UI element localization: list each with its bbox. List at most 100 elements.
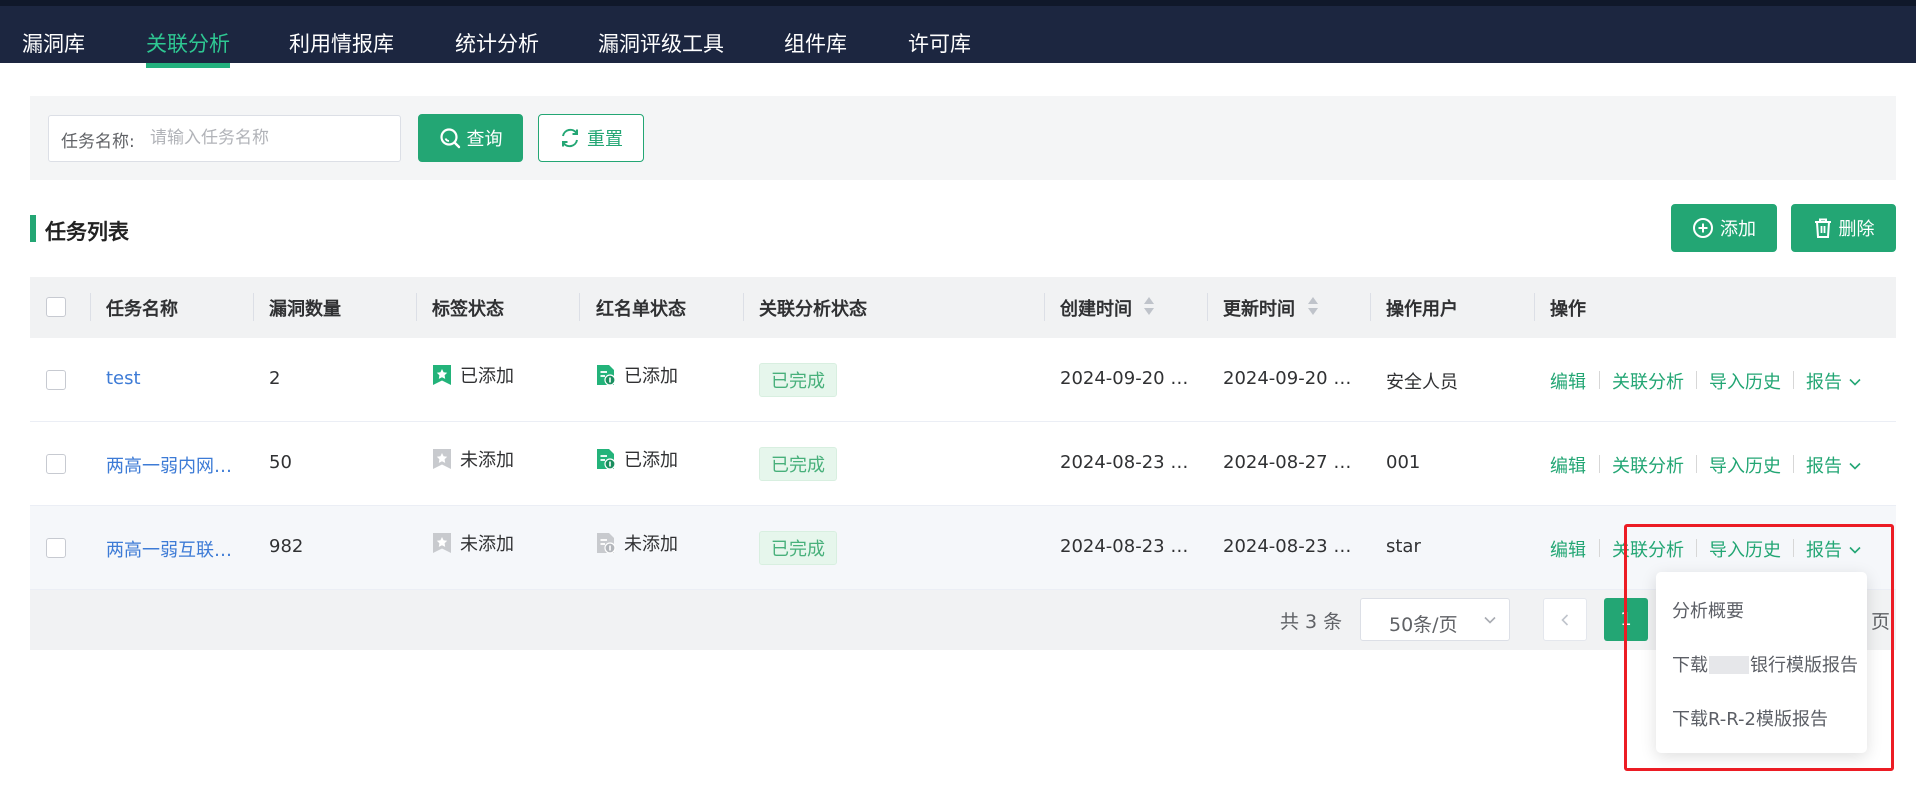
- tag-status-label: 未添加: [460, 534, 514, 555]
- report-label: 报告: [1806, 456, 1842, 477]
- reset-button[interactable]: 重置: [538, 114, 644, 162]
- chevron-down-icon: [1484, 616, 1496, 624]
- nav-item-components[interactable]: 组件库: [784, 28, 847, 58]
- row-checkbox[interactable]: [46, 454, 66, 474]
- tag-status-label: 已添加: [460, 366, 514, 387]
- refresh-icon: [562, 128, 578, 148]
- delete-button[interactable]: 删除: [1791, 204, 1896, 252]
- vuln-count: 2: [269, 368, 281, 389]
- document-added-icon: [597, 449, 616, 470]
- query-button-label: 查询: [466, 129, 503, 150]
- tag-status: 未添加: [432, 530, 514, 556]
- pagination-bar: 共 3 条 50条/页 1 页: [30, 590, 1896, 650]
- header-divider: [1044, 293, 1045, 321]
- created-time: 2024-08-23 1…: [1060, 536, 1198, 557]
- analysis-status-badge: 已完成: [759, 447, 837, 481]
- header-created-time[interactable]: 创建时间: [1060, 295, 1132, 321]
- reset-button-label: 重置: [587, 129, 623, 150]
- header-operator: 操作用户: [1386, 299, 1458, 320]
- header-divider: [90, 293, 91, 321]
- nav-active-indicator: [146, 63, 230, 68]
- table-header: 任务名称 漏洞数量 标签状态 红名单状态 关联分析状态 创建时间 更新时间 操作…: [30, 277, 1896, 338]
- sort-created-icon[interactable]: [1143, 294, 1155, 318]
- edit-link[interactable]: 编辑: [1550, 368, 1586, 394]
- prev-page-button[interactable]: [1543, 598, 1587, 641]
- nav-item-correlation-analysis[interactable]: 关联分析: [146, 28, 230, 58]
- operator: 安全人员: [1386, 372, 1458, 393]
- edit-link[interactable]: 编辑: [1550, 452, 1586, 478]
- report-dropdown-trigger[interactable]: 报告: [1806, 452, 1862, 478]
- select-all-checkbox[interactable]: [46, 297, 66, 317]
- import-history-link[interactable]: 导入历史: [1709, 452, 1781, 478]
- action-divider: [1793, 455, 1794, 473]
- action-divider: [1696, 455, 1697, 473]
- tag-status: 已添加: [432, 362, 514, 388]
- updated-time: 2024-08-23 1…: [1223, 536, 1361, 557]
- header-divider: [416, 293, 417, 321]
- red-list-status: 已添加: [596, 446, 678, 472]
- add-button[interactable]: 添加: [1671, 204, 1777, 252]
- top-nav: 漏洞库 关联分析 利用情报库 统计分析 漏洞评级工具 组件库 许可库: [0, 0, 1916, 68]
- red-list-status: 已添加: [596, 362, 678, 388]
- tag-added-icon: [433, 365, 451, 385]
- nav-item-exploit-intel[interactable]: 利用情报库: [289, 28, 394, 58]
- action-divider: [1793, 371, 1794, 389]
- analysis-status-badge: 已完成: [759, 531, 837, 565]
- nav-item-licenses[interactable]: 许可库: [908, 28, 971, 58]
- header-red-list-status: 红名单状态: [596, 299, 686, 320]
- table-row: 两高一弱互联… 982 未添加 未添加 已完成 2024-08-23 1… 20…: [30, 506, 1896, 590]
- task-name-link[interactable]: 两高一弱内网…: [106, 452, 232, 478]
- red-list-status-label: 已添加: [624, 366, 678, 387]
- page-size-select[interactable]: 50条/页: [1360, 598, 1510, 641]
- header-divider: [253, 293, 254, 321]
- header-divider: [1534, 293, 1535, 321]
- search-icon: [439, 128, 460, 149]
- header-vuln-count: 漏洞数量: [269, 299, 341, 320]
- query-button[interactable]: 查询: [418, 114, 523, 162]
- action-divider: [1599, 371, 1600, 389]
- report-dropdown-trigger[interactable]: 报告: [1806, 368, 1862, 394]
- header-updated-time[interactable]: 更新时间: [1223, 295, 1295, 321]
- updated-time: 2024-09-20 1…: [1223, 368, 1361, 389]
- correlation-analysis-link[interactable]: 关联分析: [1612, 368, 1684, 394]
- tag-status-label: 未添加: [460, 450, 514, 471]
- action-divider: [1599, 455, 1600, 473]
- created-time: 2024-08-23 1…: [1060, 452, 1198, 473]
- nav-item-vuln-db[interactable]: 漏洞库: [22, 28, 85, 58]
- header-divider: [1207, 293, 1208, 321]
- sort-updated-icon[interactable]: [1307, 294, 1319, 318]
- row-checkbox[interactable]: [46, 538, 66, 558]
- task-name-input[interactable]: [150, 125, 390, 151]
- report-label: 报告: [1806, 372, 1842, 393]
- edit-link[interactable]: 编辑: [1550, 536, 1586, 562]
- add-button-label: 添加: [1720, 219, 1756, 240]
- nav-item-statistics[interactable]: 统计分析: [455, 28, 539, 58]
- task-name-link[interactable]: 两高一弱互联…: [106, 536, 232, 562]
- annotation-highlight-box: [1624, 524, 1894, 771]
- row-checkbox[interactable]: [46, 370, 66, 390]
- updated-time: 2024-08-27 1…: [1223, 452, 1361, 473]
- header-analysis-status: 关联分析状态: [759, 299, 867, 320]
- import-history-link[interactable]: 导入历史: [1709, 368, 1781, 394]
- total-count: 共 3 条: [1280, 611, 1343, 633]
- trash-icon: [1814, 218, 1831, 238]
- chevron-down-icon: [1849, 462, 1861, 470]
- nav-item-vuln-rating-tool[interactable]: 漏洞评级工具: [598, 28, 724, 58]
- table-row: 两高一弱内网… 50 未添加 已添加 已完成 2024-08-23 1… 202…: [30, 422, 1896, 506]
- red-list-status-label: 未添加: [624, 534, 678, 555]
- header-task-name: 任务名称: [106, 299, 178, 320]
- task-name-label: 任务名称:: [61, 132, 135, 152]
- task-name-link[interactable]: test: [106, 368, 141, 389]
- operator: 001: [1386, 452, 1421, 473]
- tag-status: 未添加: [432, 446, 514, 472]
- header-divider: [743, 293, 744, 321]
- delete-button-label: 删除: [1838, 219, 1875, 240]
- page-size-value: 50条/页: [1389, 614, 1458, 636]
- correlation-analysis-link[interactable]: 关联分析: [1612, 452, 1684, 478]
- document-added-icon: [597, 365, 616, 386]
- document-not-added-icon: [597, 533, 616, 554]
- task-list-title: 任务列表: [45, 220, 129, 244]
- table-row: test 2 已添加 已添加 已完成 2024-09-20 1… 2024-09…: [30, 338, 1896, 422]
- red-list-status: 未添加: [596, 530, 678, 556]
- vuln-count: 50: [269, 452, 292, 473]
